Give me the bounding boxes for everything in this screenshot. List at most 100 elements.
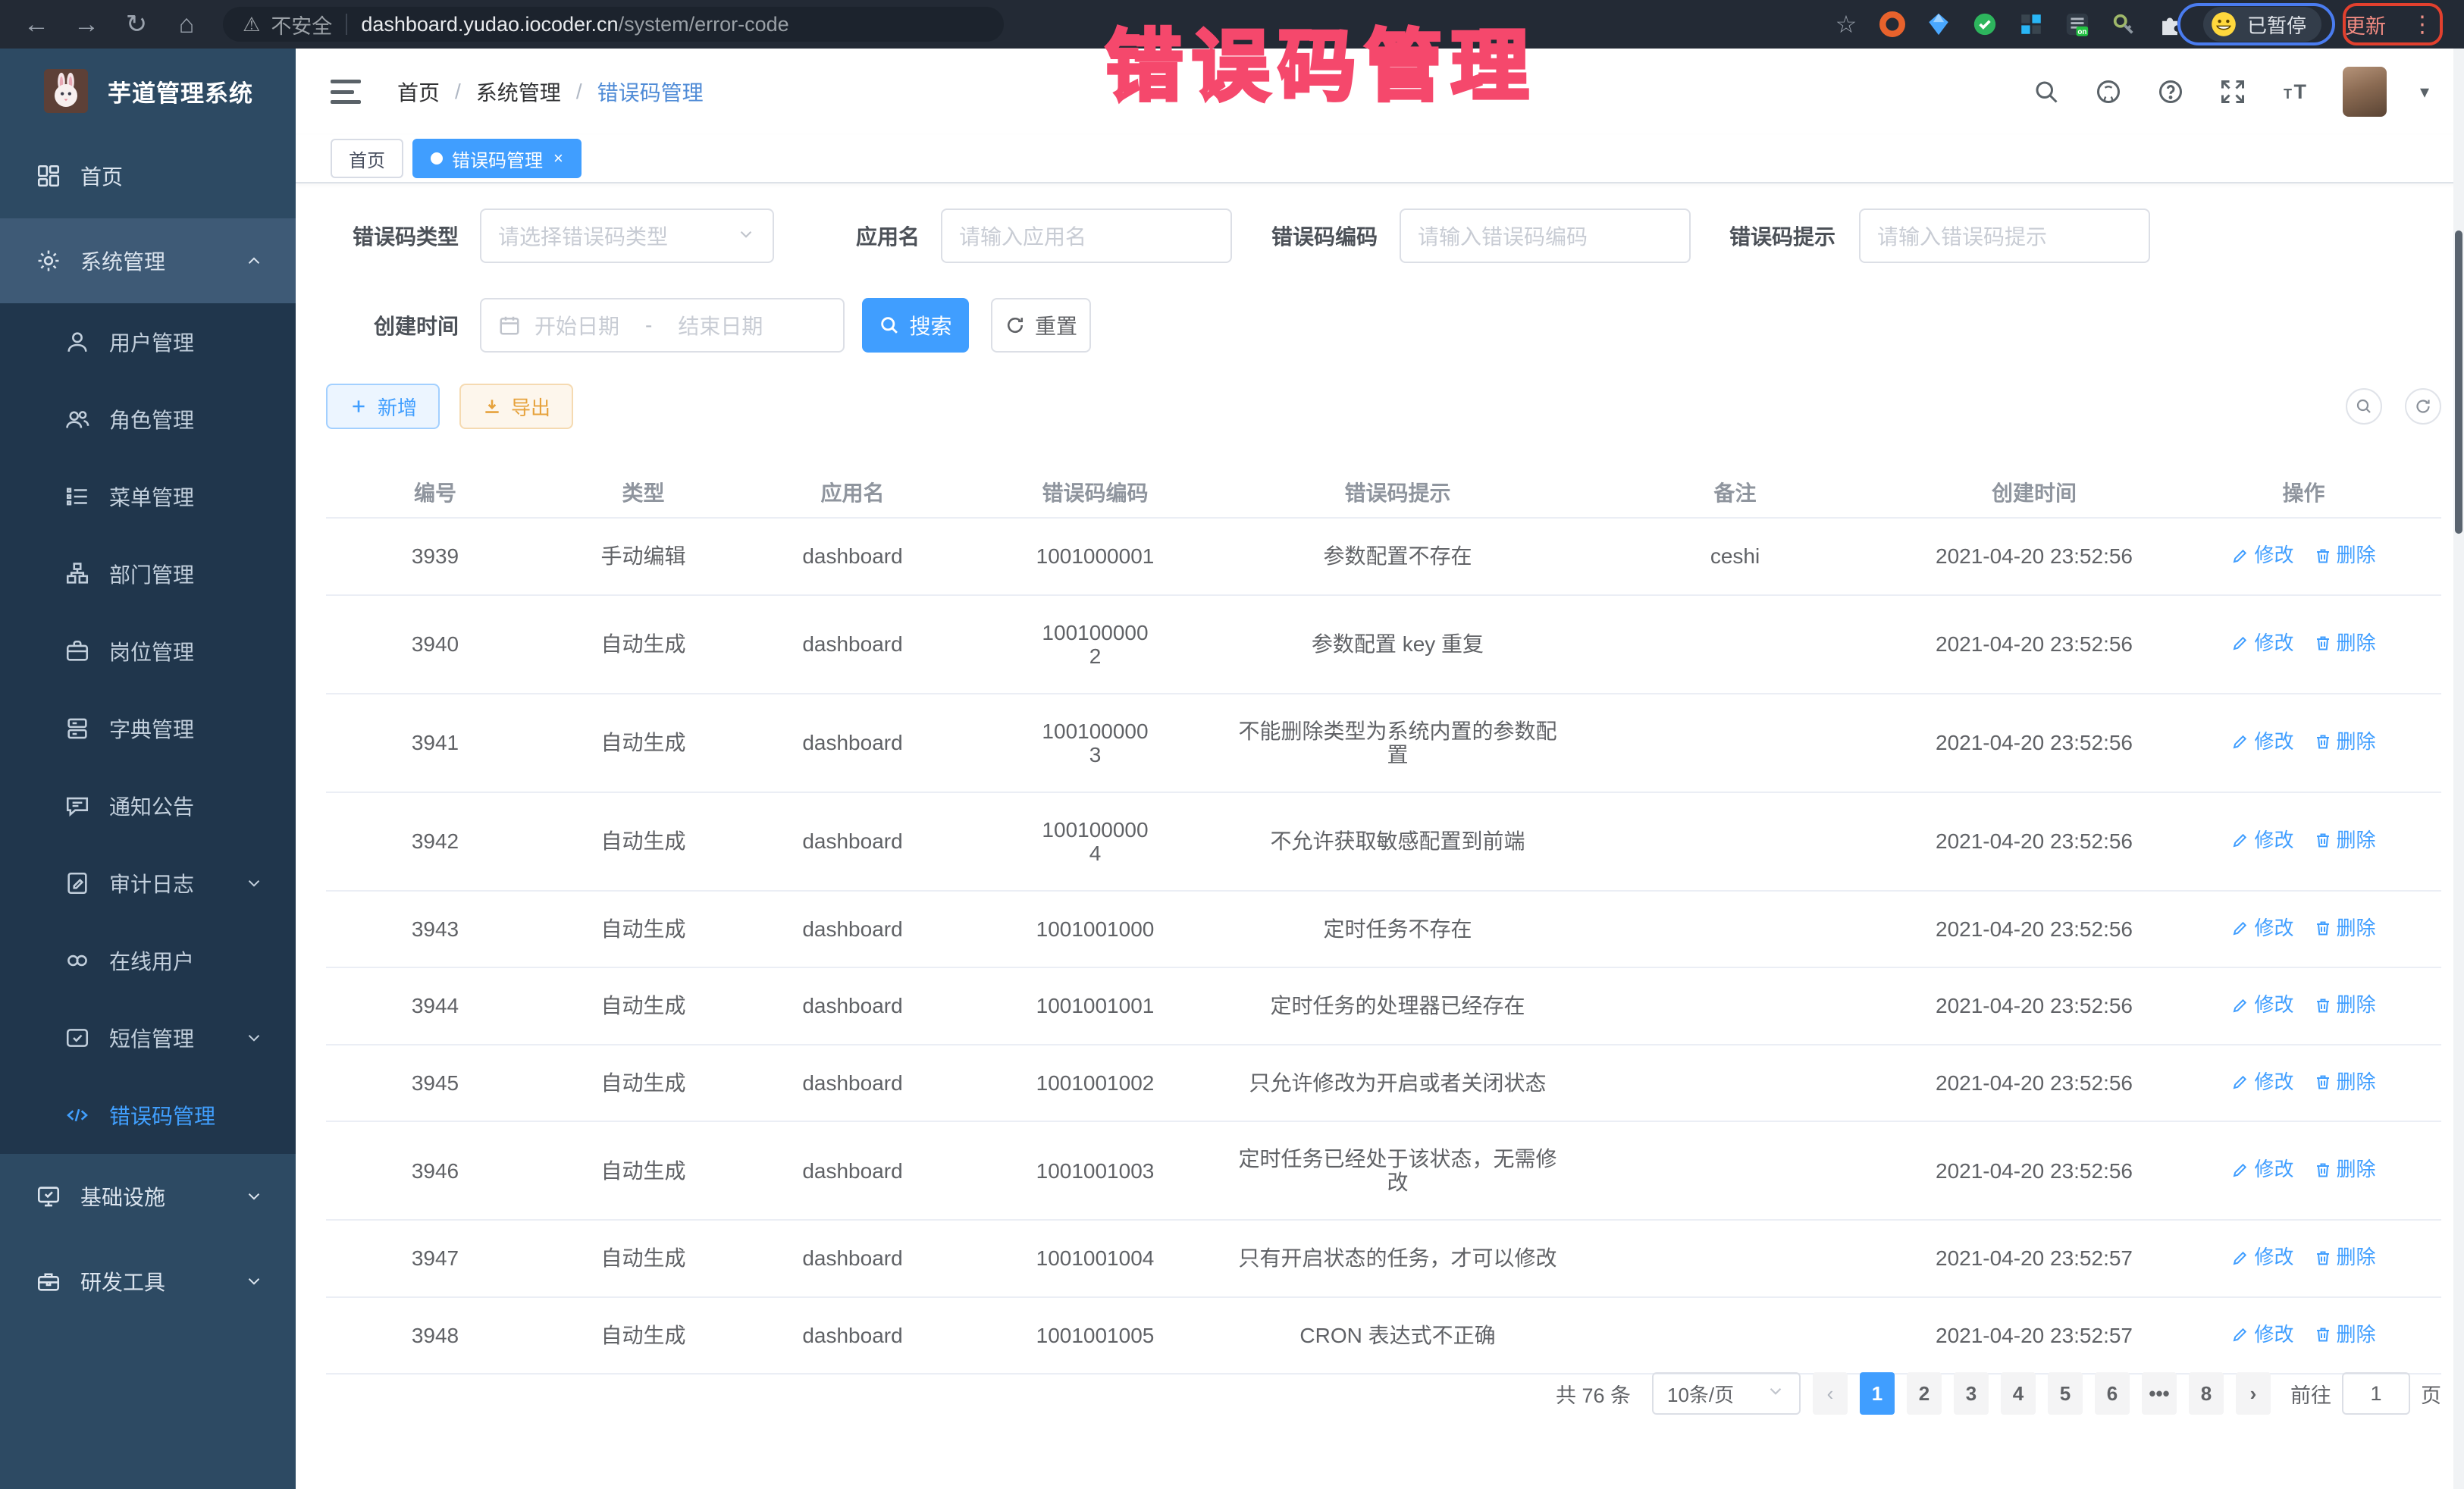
extension-orange-ring-icon[interactable] bbox=[1879, 11, 1905, 37]
search-button[interactable]: 搜索 bbox=[862, 298, 969, 353]
user-avatar[interactable] bbox=[2343, 67, 2387, 117]
cell-actions: 修改删除 bbox=[2166, 694, 2441, 792]
filter-app-label: 应用名 bbox=[856, 221, 920, 251]
reset-button[interactable]: 重置 bbox=[991, 298, 1091, 353]
scrollbar-thumb[interactable] bbox=[2455, 230, 2462, 534]
edit-link[interactable]: 修改 bbox=[2231, 829, 2293, 852]
sidebar-item-用户管理[interactable]: 用户管理 bbox=[0, 303, 296, 381]
page-button-1[interactable]: 1 bbox=[1860, 1372, 1895, 1415]
delete-link[interactable]: 删除 bbox=[2314, 1246, 2376, 1269]
page-button-4[interactable]: 4 bbox=[2001, 1372, 2036, 1415]
sidebar-item-首页[interactable]: 首页 bbox=[0, 133, 296, 218]
reload-icon[interactable]: ↻ bbox=[120, 9, 153, 39]
page-button-6[interactable]: 6 bbox=[2095, 1372, 2130, 1415]
trash-icon bbox=[2314, 634, 2332, 652]
cell-type: 手动编辑 bbox=[544, 518, 742, 595]
edit-link[interactable]: 修改 bbox=[2231, 1158, 2293, 1181]
github-icon[interactable] bbox=[2094, 77, 2123, 106]
next-page-button[interactable]: › bbox=[2236, 1372, 2271, 1415]
edit-link[interactable]: 修改 bbox=[2231, 632, 2293, 655]
delete-link[interactable]: 删除 bbox=[2314, 1158, 2376, 1181]
delete-link[interactable]: 删除 bbox=[2314, 1071, 2376, 1094]
pencil-icon bbox=[2231, 732, 2249, 751]
edit-link[interactable]: 修改 bbox=[2231, 1246, 2293, 1269]
sidebar-item-研发工具[interactable]: 研发工具 bbox=[0, 1239, 296, 1324]
sidebar-item-部门管理[interactable]: 部门管理 bbox=[0, 535, 296, 613]
sidebar-item-错误码管理[interactable]: 错误码管理 bbox=[0, 1077, 296, 1154]
url-path: /system/error-code bbox=[619, 13, 789, 36]
app-name-input[interactable]: 请输入应用名 bbox=[941, 208, 1232, 263]
page-more-button[interactable]: ••• bbox=[2142, 1372, 2177, 1415]
tab-错误码管理[interactable]: 错误码管理× bbox=[412, 139, 582, 178]
date-range-picker[interactable]: 开始日期 - 结束日期 bbox=[480, 298, 845, 353]
add-button[interactable]: 新增 bbox=[326, 384, 440, 429]
page-button-8[interactable]: 8 bbox=[2189, 1372, 2224, 1415]
refresh-table-button[interactable] bbox=[2405, 388, 2441, 425]
breadcrumb-item[interactable]: 系统管理 bbox=[476, 77, 561, 107]
sidebar-item-菜单管理[interactable]: 菜单管理 bbox=[0, 458, 296, 535]
filter-time: 创建时间 开始日期 - 结束日期 搜索 重置 bbox=[326, 298, 1091, 353]
back-icon[interactable]: ← bbox=[20, 10, 53, 39]
trash-icon bbox=[2314, 996, 2332, 1014]
scrollbar-track[interactable] bbox=[2453, 49, 2464, 1489]
home-icon[interactable]: ⌂ bbox=[170, 10, 203, 39]
bookmark-star-icon[interactable]: ☆ bbox=[1833, 11, 1859, 37]
edit-link[interactable]: 修改 bbox=[2231, 544, 2293, 567]
search-icon[interactable] bbox=[2032, 77, 2061, 106]
delete-link[interactable]: 删除 bbox=[2314, 730, 2376, 754]
extension-list-on-icon[interactable]: on bbox=[2064, 11, 2090, 37]
error-type-select[interactable]: 请选择错误码类型 bbox=[480, 208, 774, 263]
sidebar-logo[interactable]: 芋道管理系统 bbox=[0, 49, 296, 133]
sidebar-item-在线用户[interactable]: 在线用户 bbox=[0, 922, 296, 999]
address-bar[interactable]: ⚠ 不安全 dashboard.yudao.iocoder.cn/system/… bbox=[223, 7, 1004, 42]
sidebar-item-角色管理[interactable]: 角色管理 bbox=[0, 381, 296, 458]
tab-close-icon[interactable]: × bbox=[553, 149, 563, 168]
page-button-2[interactable]: 2 bbox=[1907, 1372, 1942, 1415]
tab-首页[interactable]: 首页 bbox=[331, 139, 403, 178]
page-size-select[interactable]: 10条/页 bbox=[1652, 1372, 1801, 1415]
delete-link[interactable]: 删除 bbox=[2314, 829, 2376, 852]
export-button[interactable]: 导出 bbox=[459, 384, 573, 429]
page-button-5[interactable]: 5 bbox=[2048, 1372, 2083, 1415]
extension-green-check-icon[interactable] bbox=[1972, 11, 1998, 37]
sidebar-toggle-icon[interactable] bbox=[331, 80, 361, 104]
extension-grid-icon[interactable] bbox=[2018, 11, 2044, 37]
font-size-icon[interactable]: TT bbox=[2281, 77, 2309, 106]
delete-link[interactable]: 删除 bbox=[2314, 632, 2376, 655]
sidebar-item-字典管理[interactable]: 字典管理 bbox=[0, 690, 296, 767]
sidebar-item-基础设施[interactable]: 基础设施 bbox=[0, 1154, 296, 1239]
fullscreen-icon[interactable] bbox=[2218, 77, 2247, 106]
extension-key-icon[interactable] bbox=[2111, 11, 2136, 37]
extension-blue-gem-icon[interactable] bbox=[1926, 11, 1951, 37]
page-content: 错误码类型 请选择错误码类型 应用名 请输入应用名 错误码编码 请输入错误码编码 bbox=[296, 183, 2464, 1489]
breadcrumb: 首页/系统管理/错误码管理 bbox=[397, 77, 704, 107]
sidebar-item-系统管理[interactable]: 系统管理 bbox=[0, 218, 296, 303]
delete-link[interactable]: 删除 bbox=[2314, 1323, 2376, 1346]
devtool-icon bbox=[35, 1268, 62, 1295]
breadcrumb-item[interactable]: 首页 bbox=[397, 77, 440, 107]
edit-link[interactable]: 修改 bbox=[2231, 917, 2293, 940]
error-code-input[interactable]: 请输入错误码编码 bbox=[1400, 208, 1691, 263]
sidebar-item-短信管理[interactable]: 短信管理 bbox=[0, 999, 296, 1077]
help-icon[interactable] bbox=[2156, 77, 2185, 106]
avatar-caret-down-icon[interactable]: ▾ bbox=[2420, 81, 2429, 103]
edit-link[interactable]: 修改 bbox=[2231, 730, 2293, 754]
sidebar-item-岗位管理[interactable]: 岗位管理 bbox=[0, 613, 296, 690]
edit-link[interactable]: 修改 bbox=[2231, 993, 2293, 1017]
trash-icon bbox=[2314, 547, 2332, 565]
delete-link[interactable]: 删除 bbox=[2314, 544, 2376, 567]
pencil-icon bbox=[2231, 1161, 2249, 1179]
forward-icon[interactable]: → bbox=[70, 10, 103, 39]
cell-id: 3948 bbox=[326, 1297, 544, 1375]
prev-page-button[interactable]: ‹ bbox=[1813, 1372, 1848, 1415]
error-msg-input[interactable]: 请输入错误码提示 bbox=[1859, 208, 2150, 263]
delete-link[interactable]: 删除 bbox=[2314, 917, 2376, 940]
edit-link[interactable]: 修改 bbox=[2231, 1323, 2293, 1346]
edit-link[interactable]: 修改 bbox=[2231, 1071, 2293, 1094]
delete-link[interactable]: 删除 bbox=[2314, 993, 2376, 1017]
page-button-3[interactable]: 3 bbox=[1954, 1372, 1989, 1415]
sidebar-item-通知公告[interactable]: 通知公告 bbox=[0, 767, 296, 845]
sidebar-item-审计日志[interactable]: 审计日志 bbox=[0, 845, 296, 922]
show-search-toggle-button[interactable] bbox=[2346, 388, 2382, 425]
goto-page-input[interactable]: 1 bbox=[2342, 1372, 2410, 1415]
